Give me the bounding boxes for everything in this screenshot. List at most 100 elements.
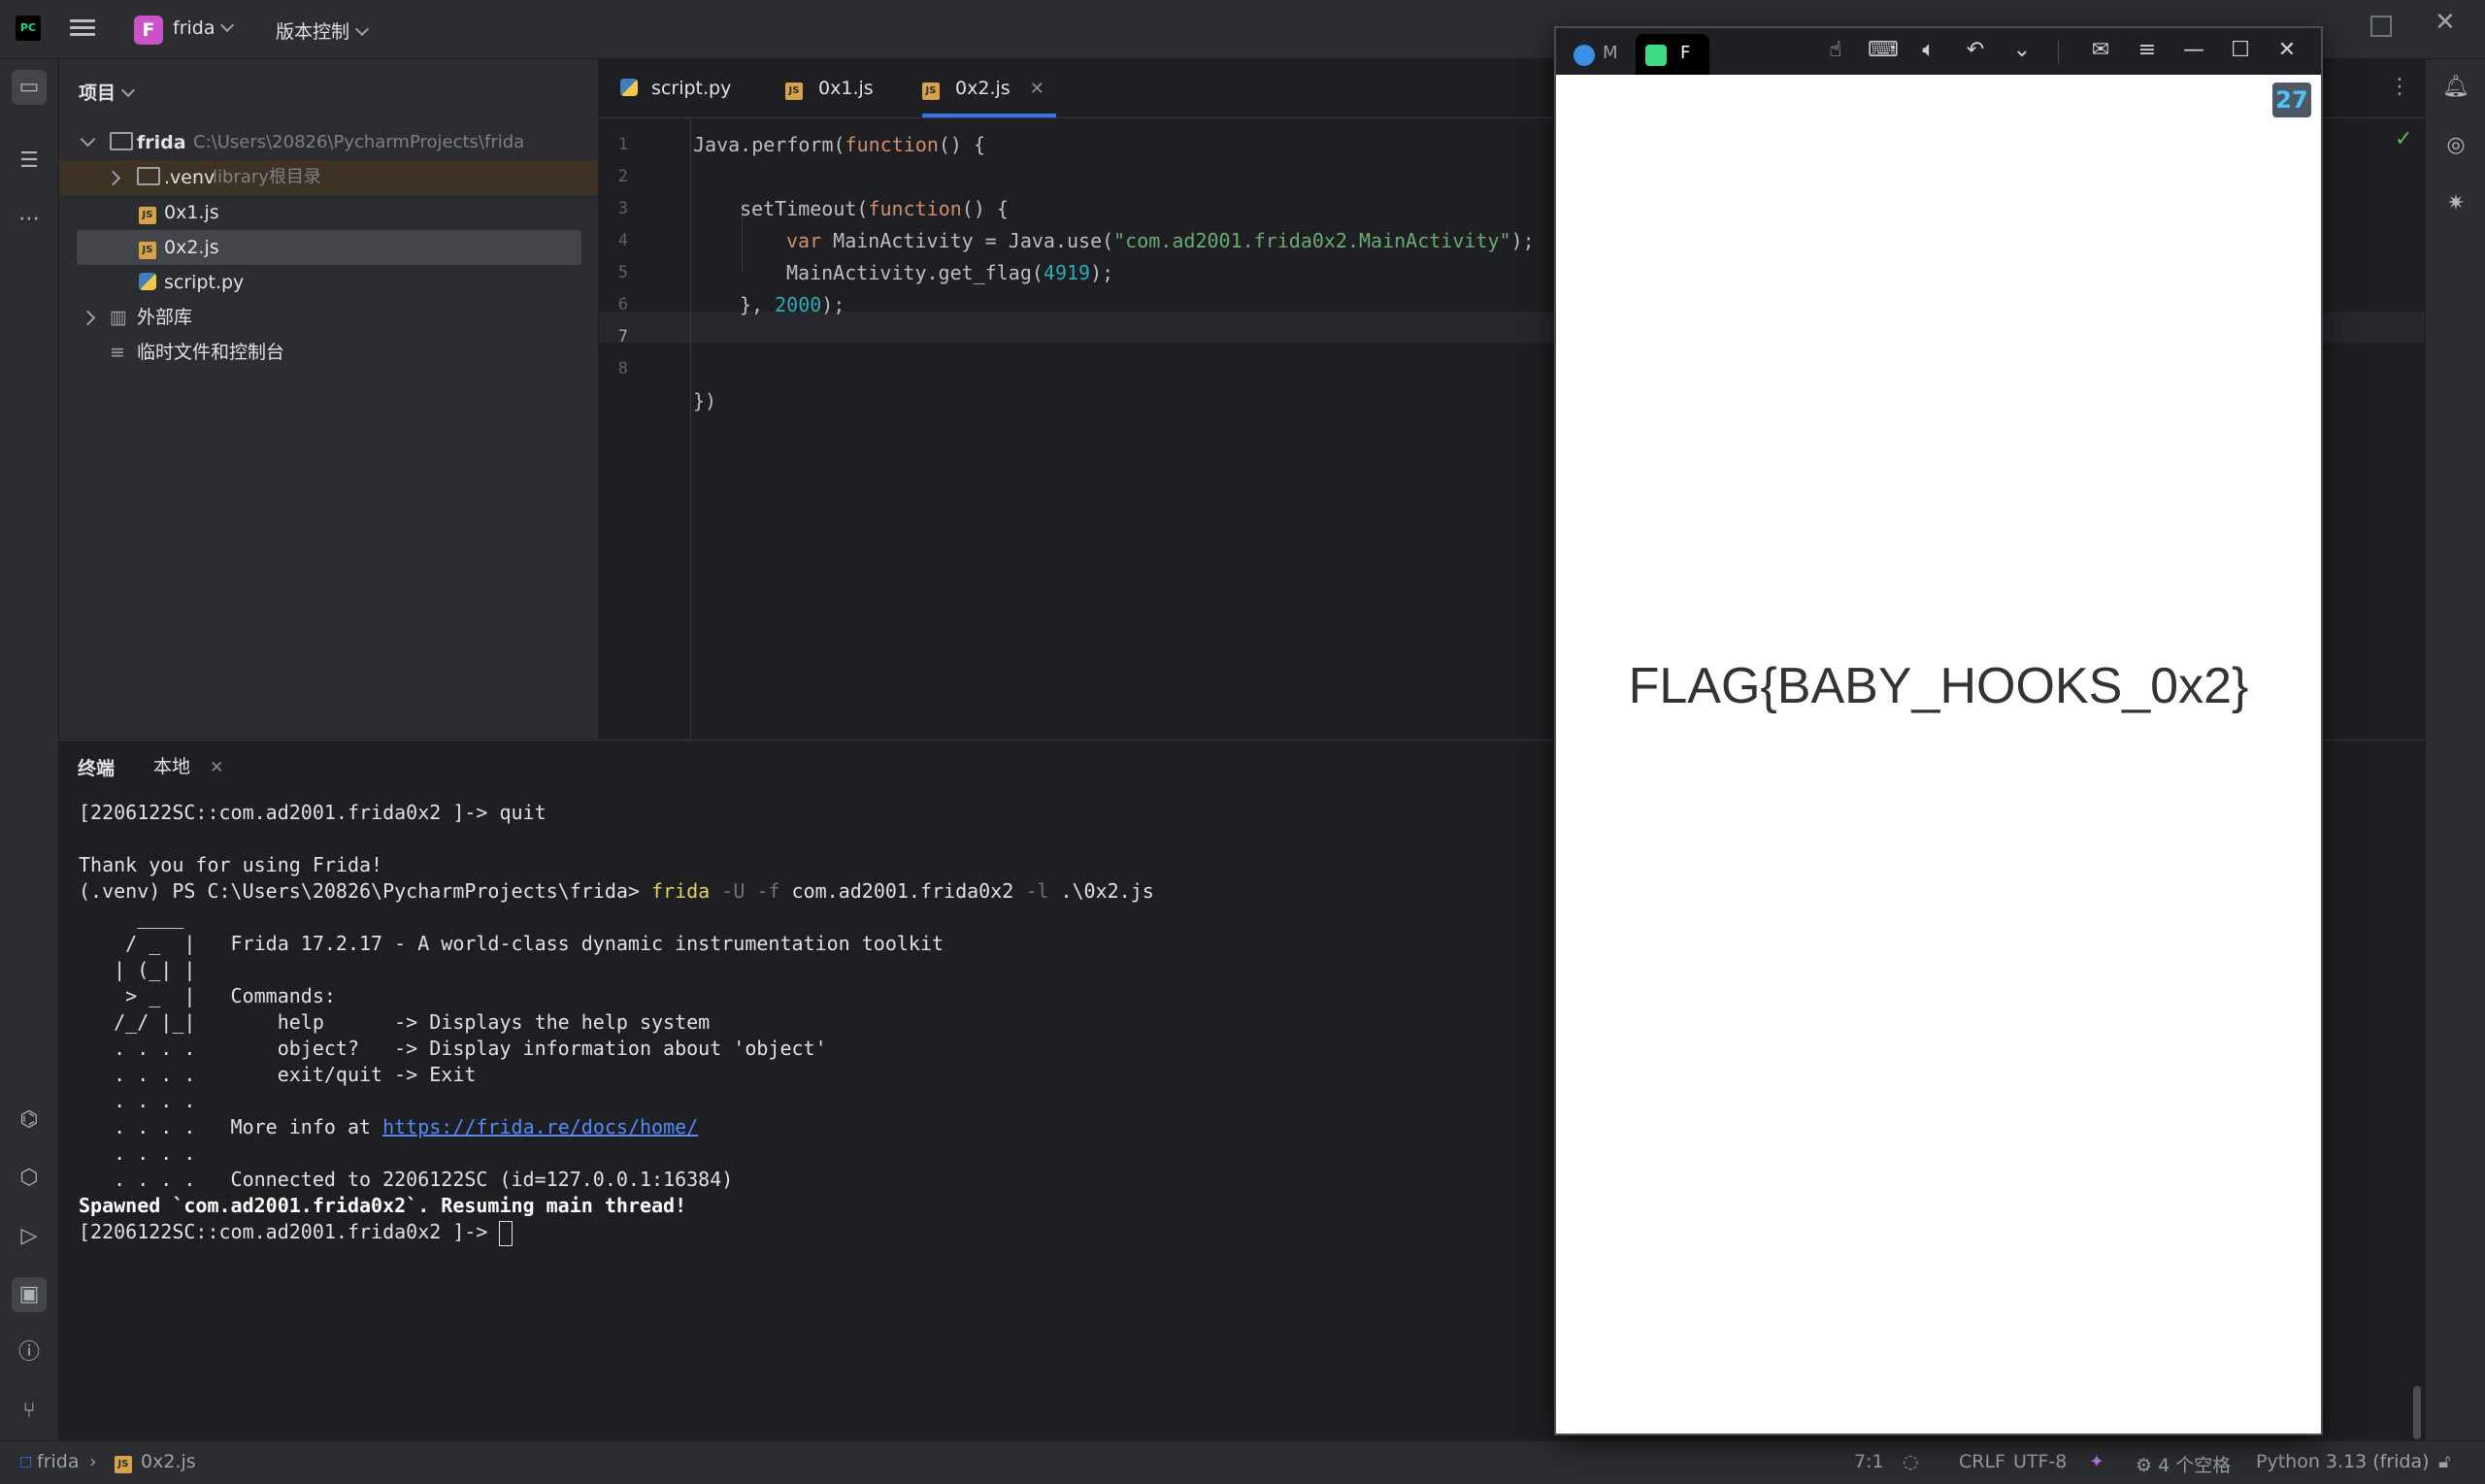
line-number: 3 [617,199,628,218]
collapse-arrow-icon[interactable] [80,310,96,326]
tree-item-0x1-js[interactable]: JS 0x1.js [59,195,598,230]
tree-item-script-py[interactable]: script.py [59,265,598,300]
project-badge[interactable]: F [134,16,163,45]
chevron-down-icon [120,82,136,98]
back-rotate-icon[interactable]: ↶ [1961,38,1990,62]
android-app-icon [1645,45,1667,66]
mail-icon[interactable]: ✉ [2086,38,2115,62]
tab-0x1-js[interactable]: JS 0x1.js [785,59,874,117]
indent-icon: ⚙ [2136,1455,2153,1476]
left-tool-strip: ▭ ☰ ⋯ ⌬ ⬡ ▷ ▣ ⓘ ⑂ [0,59,59,1440]
line-number-gutter: 1 2 3 4 5 6 7 8 [599,117,692,739]
python-interpreter[interactable]: Python 3.13 (frida) [2256,1451,2430,1472]
fps-badge: 27 [2272,82,2311,117]
frida-docs-link[interactable]: https://frida.re/docs/home/ [382,1115,698,1138]
module-icon: □ [19,1454,33,1469]
python-packages-icon[interactable]: ⬡ [12,1161,47,1196]
structure-tool-icon[interactable]: ☰ [12,144,47,179]
folder-icon [137,167,160,185]
project-panel: 项目 frida C:\Users\20826\PycharmProjects\… [59,59,599,739]
minimize-icon[interactable]: — [2179,38,2208,62]
close-tab-icon[interactable]: ✕ [210,758,223,777]
close-icon[interactable]: ✕ [2272,38,2302,62]
notifications-icon[interactable]: 🔔︎ [2438,70,2473,105]
touch-icon[interactable]: ☝ [1821,38,1850,62]
breadcrumb-file[interactable]: 0x2.js [141,1451,196,1472]
js-file-icon: JS [139,242,156,259]
breadcrumb-project[interactable]: frida [37,1451,79,1472]
project-switcher[interactable]: frida [173,17,235,39]
tree-root-frida[interactable]: frida C:\Users\20826\PycharmProjects\fri… [59,125,598,160]
tree-item-external-libs[interactable]: ▥ 外部库 [59,300,598,335]
terminal-line: /_/ |_| help -> Displays the help system [79,1010,711,1034]
emulator-tab-1[interactable]: M [1568,34,1626,75]
collapse-arrow-icon[interactable] [105,170,121,186]
indent-settings[interactable]: ⚙ 4 个空格 [2136,1451,2231,1477]
ai-assistant-icon[interactable]: ◎ [2438,128,2473,163]
tree-item-scratches[interactable]: ≡ 临时文件和控制台 [59,335,598,370]
scratches-icon: ≡ [110,342,125,363]
close-tab-icon[interactable]: ✕ [1030,79,1044,99]
device-screen[interactable]: 27 FLAG{BABY_HOOKS_0x2} [1556,75,2321,1432]
pycharm-logo: PC [16,16,41,41]
flag-text: FLAG{BABY_HOOKS_0x2} [1628,658,2249,714]
more-options-icon[interactable]: ⋮ [2389,75,2410,99]
tree-item-0x2-js[interactable]: JS 0x2.js [77,230,581,265]
code-line-8: }) [693,389,717,412]
more-dropdown-icon[interactable]: ⌄ [2007,38,2037,62]
tree-item-label: script.py [164,272,245,293]
line-number: 2 [617,167,628,186]
problems-icon[interactable]: ⓘ [12,1336,47,1370]
terminal-line: Thank you for using Frida! [79,853,383,876]
readonly-toggle-icon[interactable]: ◌ [1903,1451,1919,1472]
file-encoding[interactable]: UTF-8 [2013,1451,2067,1472]
maximize-icon[interactable]: ☐ [2226,38,2255,62]
ai-chat-icon[interactable]: ✷ [2438,186,2473,221]
right-tool-strip: 🔔︎ ◎ ✷ [2425,59,2485,1440]
caret-position[interactable]: 7:1 [1854,1451,1884,1472]
code-line-1: Java.perform(function() { [693,133,986,156]
vcs-label: 版本控制 [276,21,350,43]
terminal-scrollbar[interactable] [2413,1386,2421,1439]
line-separator[interactable]: CRLF [1959,1451,2005,1472]
terminal-tool-icon[interactable]: ▣ [12,1277,47,1312]
tree-item-label: 0x2.js [164,237,219,258]
lock-icon[interactable]: 🔓︎ [2438,1451,2450,1472]
project-name: frida [173,17,215,39]
code-line-6: }, 2000); [740,293,845,316]
tree-item-label: 外部库 [137,307,193,328]
tab-0x2-js[interactable]: JS 0x2.js ✕ [922,59,1056,117]
code-line-5: MainActivity.get_flag(4919); [786,261,1114,284]
tab-script-py[interactable]: script.py [620,59,731,117]
restore-window-icon[interactable] [2370,16,2392,37]
library-icon: ▥ [110,307,127,328]
project-tool-icon[interactable]: ▭ [12,70,47,105]
tree-item-label: .venv [164,167,215,188]
keyboard-icon[interactable]: ⌨ [1868,38,1899,62]
ai-status-icon[interactable]: ✦ [2089,1451,2104,1472]
services-icon[interactable]: ▷ [12,1219,47,1254]
more-tools-icon[interactable]: ⋯ [12,202,47,237]
app-home-icon [1574,45,1595,66]
tree-item-venv[interactable]: .venv library根目录 [59,160,598,195]
vcs-menu[interactable]: 版本控制 [276,17,370,44]
tree-item-label: 临时文件和控制台 [137,342,285,363]
close-window-icon[interactable]: ✕ [2435,8,2456,37]
terminal-prompt-line[interactable]: [2206122SC::com.ad2001.frida0x2 ]-> [79,1219,514,1246]
menu-icon[interactable]: ≡ [2133,38,2162,62]
python-console-icon[interactable]: ⌬ [12,1103,47,1138]
project-panel-title[interactable]: 项目 [79,79,136,105]
folder-icon [110,132,133,150]
tree-root-name: frida [137,132,186,153]
expand-arrow-icon[interactable] [80,131,96,148]
volume-icon[interactable]: 🔈︎ [1914,38,1943,62]
git-icon[interactable]: ⑂ [12,1394,47,1429]
terminal-command-line: (.venv) PS C:\Users\20826\PycharmProject… [79,879,1154,903]
terminal-tab-local[interactable]: 本地 ✕ [153,752,223,778]
inspection-ok-icon[interactable]: ✓ [2395,127,2412,151]
terminal-line: / _ | Frida 17.2.17 - A world-class dyna… [79,932,944,955]
terminal-line: > _ | Commands: [79,984,336,1007]
main-menu-icon[interactable] [70,16,95,41]
emulator-tab-2[interactable]: F [1636,34,1709,75]
terminal-cursor [499,1220,514,1246]
